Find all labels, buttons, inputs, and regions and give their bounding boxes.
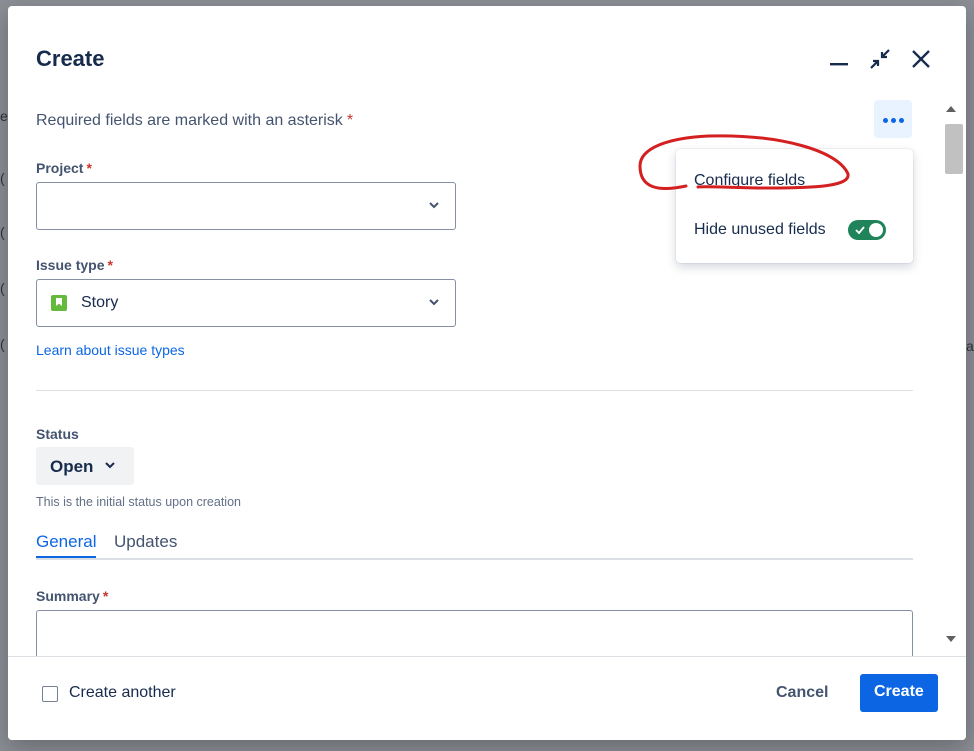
collapse-icon[interactable] <box>867 46 893 72</box>
project-label: Project * <box>36 160 92 176</box>
dialog-title: Create <box>36 46 105 71</box>
more-horizontal-icon-dot <box>891 118 896 123</box>
summary-label-text: Summary <box>36 588 100 604</box>
scroll-up-arrow-icon[interactable] <box>946 106 956 112</box>
issue-type-label-text: Issue type <box>36 257 105 273</box>
dialog-footer: Create another Cancel Create <box>8 656 966 740</box>
create-another-label[interactable]: Create another <box>69 684 176 702</box>
more-actions-button[interactable] <box>874 100 912 138</box>
status-dropdown-button[interactable]: Open <box>36 447 134 485</box>
background-text-fragment: a <box>966 338 974 354</box>
summary-input[interactable] <box>36 610 913 656</box>
learn-issue-types-link[interactable]: Learn about issue types <box>36 342 185 358</box>
tab-updates[interactable]: Updates <box>114 532 177 552</box>
create-another-checkbox[interactable] <box>42 686 58 702</box>
create-button[interactable]: Create <box>860 674 938 712</box>
issue-type-value: Story <box>81 294 119 311</box>
more-horizontal-icon <box>883 118 888 123</box>
dialog-scrollbar[interactable] <box>942 100 963 648</box>
cancel-button-label: Cancel <box>776 684 829 701</box>
required-asterisk: * <box>86 160 92 176</box>
close-icon[interactable] <box>908 46 934 72</box>
section-divider <box>36 390 913 391</box>
tab-general[interactable]: General <box>36 532 96 552</box>
dialog-body[interactable]: Required fields are marked with an aster… <box>8 96 966 656</box>
menu-item-configure-fields[interactable]: Configure fields <box>694 172 805 190</box>
chevron-down-icon <box>105 462 115 469</box>
required-asterisk: * <box>107 257 113 273</box>
chevron-down-icon <box>429 202 439 209</box>
minimize-icon[interactable] <box>826 46 852 72</box>
toggle-knob <box>869 223 883 237</box>
create-issue-dialog: Create Required fields are marked with a… <box>8 6 966 740</box>
background-text-fragment: e <box>0 108 8 124</box>
create-button-label: Create <box>874 683 924 700</box>
issue-type-label: Issue type * <box>36 257 113 273</box>
background-text-fragment: ( <box>0 170 5 186</box>
menu-item-hide-unused-fields[interactable]: Hide unused fields <box>694 221 826 239</box>
status-help-text: This is the initial status upon creation <box>36 495 241 509</box>
background-text-fragment: ( <box>0 280 5 296</box>
project-select[interactable] <box>36 182 456 230</box>
background-text-fragment: ( <box>0 336 5 352</box>
chevron-down-icon <box>429 299 439 306</box>
required-note-text: Required fields are marked with an aster… <box>36 112 343 129</box>
required-asterisk: * <box>102 588 109 604</box>
scroll-down-arrow-icon[interactable] <box>946 636 956 642</box>
cancel-button[interactable]: Cancel <box>760 675 846 713</box>
required-fields-note: Required fields are marked with an aster… <box>36 112 353 130</box>
active-tab-indicator <box>36 556 96 558</box>
more-horizontal-icon-dot <box>899 118 904 123</box>
required-asterisk: * <box>346 112 354 129</box>
project-label-text: Project <box>36 160 84 176</box>
status-value: Open <box>50 457 94 476</box>
hide-unused-fields-toggle[interactable] <box>848 220 886 240</box>
scrollbar-thumb[interactable] <box>945 124 963 174</box>
check-icon <box>855 226 865 235</box>
issue-type-select[interactable]: Story <box>36 279 456 327</box>
story-icon <box>51 295 67 311</box>
background-text-fragment: ( <box>0 224 5 240</box>
more-actions-menu: Configure fields Hide unused fields <box>676 149 913 263</box>
status-label: Status <box>36 426 79 442</box>
summary-label: Summary * <box>36 588 108 604</box>
field-tabs: General Updates <box>36 524 913 560</box>
